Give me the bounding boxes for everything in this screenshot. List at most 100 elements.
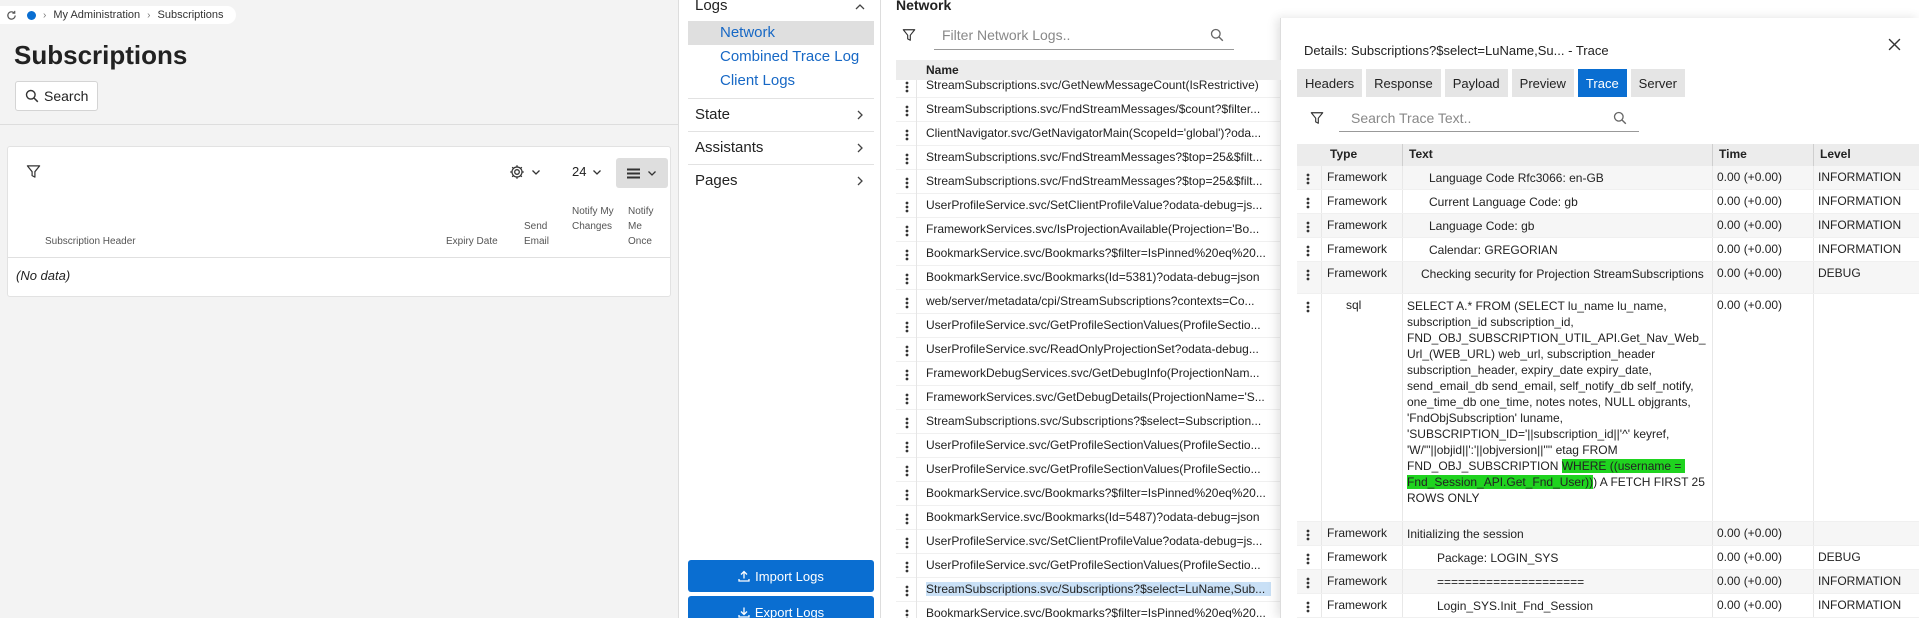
kebab-menu-icon[interactable] xyxy=(905,176,909,194)
nav-section-logs[interactable]: Logs xyxy=(695,0,728,14)
kebab-menu-icon[interactable] xyxy=(905,152,909,170)
tab-headers[interactable]: Headers xyxy=(1297,69,1363,97)
view-mode-button[interactable] xyxy=(616,158,668,188)
kebab-menu-icon[interactable] xyxy=(1306,220,1310,238)
trace-row[interactable]: Framework ===================== 0.00 (+0.0… xyxy=(1297,570,1919,594)
grid-settings-button[interactable] xyxy=(509,164,541,180)
trace-row[interactable]: Framework Package: LOGIN_SYS 0.00 (+0.00) D… xyxy=(1297,546,1919,570)
kebab-menu-icon[interactable] xyxy=(1306,600,1310,618)
chevron-right-icon[interactable] xyxy=(854,175,866,187)
network-row[interactable]: ClientNavigator.svc/GetNavigatorMain(Sco… xyxy=(896,122,1281,146)
column-header-name[interactable]: Name xyxy=(926,63,959,77)
import-logs-button[interactable]: Import Logs xyxy=(688,560,874,592)
network-row[interactable]: UserProfileService.svc/GetProfileSection… xyxy=(896,554,1281,578)
network-row[interactable]: BookmarkService.svc/Bookmarks?$filter=Is… xyxy=(896,602,1281,618)
filter-icon[interactable] xyxy=(1310,111,1324,125)
search-button[interactable]: Search xyxy=(15,81,99,111)
network-row[interactable]: UserProfileService.svc/GetProfileSection… xyxy=(896,314,1281,338)
trace-row[interactable]: Framework Initializing the session 0.00 (+… xyxy=(1297,522,1919,546)
kebab-menu-icon[interactable] xyxy=(905,560,909,578)
network-row[interactable]: StreamSubscriptions.svc/Subscriptions?$s… xyxy=(896,578,1281,602)
kebab-menu-icon[interactable] xyxy=(905,248,909,266)
kebab-menu-icon[interactable] xyxy=(905,272,909,290)
kebab-menu-icon[interactable] xyxy=(905,608,909,618)
column-header-subscription-header[interactable]: Subscription Header xyxy=(45,234,136,249)
refresh-icon[interactable] xyxy=(6,10,17,21)
kebab-menu-icon[interactable] xyxy=(905,584,909,602)
network-row[interactable]: UserProfileService.svc/GetProfileSection… xyxy=(896,434,1281,458)
kebab-menu-icon[interactable] xyxy=(905,488,909,506)
network-row[interactable]: StreamSubscriptions.svc/Subscriptions?$s… xyxy=(896,410,1281,434)
kebab-menu-icon[interactable] xyxy=(905,320,909,338)
breadcrumb-item-subscriptions[interactable]: Subscriptions xyxy=(158,9,224,21)
chevron-right-icon[interactable] xyxy=(854,109,866,121)
tab-preview[interactable]: Preview xyxy=(1511,69,1574,97)
page-size-select[interactable]: 24 xyxy=(572,164,602,179)
nav-item-network[interactable]: Network xyxy=(720,24,775,41)
kebab-menu-icon[interactable] xyxy=(905,296,909,314)
kebab-menu-icon[interactable] xyxy=(905,464,909,482)
kebab-menu-icon[interactable] xyxy=(905,416,909,434)
column-header-expiry-date[interactable]: Expiry Date xyxy=(446,234,498,249)
close-icon[interactable] xyxy=(1888,38,1901,51)
network-row[interactable]: FrameworkServices.svc/IsProjectionAvaila… xyxy=(896,218,1281,242)
trace-search-input[interactable]: Search Trace Text.. xyxy=(1339,104,1639,132)
trace-row[interactable]: Framework Calendar: GREGORIAN 0.00 (+0.00)… xyxy=(1297,238,1919,262)
network-row[interactable]: BookmarkService.svc/Bookmarks?$filter=Is… xyxy=(896,242,1281,266)
kebab-menu-icon[interactable] xyxy=(905,392,909,410)
network-row[interactable]: BookmarkService.svc/Bookmarks(Id=5381)?o… xyxy=(896,266,1281,290)
network-row[interactable]: StreamSubscriptions.svc/FndStreamMessage… xyxy=(896,146,1281,170)
kebab-menu-icon[interactable] xyxy=(905,368,909,386)
kebab-menu-icon[interactable] xyxy=(905,104,909,122)
column-header-text[interactable]: Text xyxy=(1409,147,1433,161)
trace-row[interactable]: Framework Current Language Code: gb 0.00 (… xyxy=(1297,190,1919,214)
export-logs-button[interactable]: Export Logs xyxy=(688,596,874,618)
tab-server[interactable]: Server xyxy=(1630,69,1685,97)
network-row[interactable]: BookmarkService.svc/Bookmarks?$filter=Is… xyxy=(896,482,1281,506)
nav-section-pages[interactable]: Pages xyxy=(695,172,738,189)
kebab-menu-icon[interactable] xyxy=(905,536,909,554)
network-row[interactable]: UserProfileService.svc/ReadOnlyProjectio… xyxy=(896,338,1281,362)
kebab-menu-icon[interactable] xyxy=(1306,268,1310,286)
network-row[interactable]: FrameworkServices.svc/GetDebugDetails(Pr… xyxy=(896,386,1281,410)
trace-row[interactable]: Framework Login_SYS.Init_Fnd_Session 0.00 … xyxy=(1297,594,1919,618)
kebab-menu-icon[interactable] xyxy=(905,512,909,530)
network-row[interactable]: UserProfileService.svc/SetClientProfileV… xyxy=(896,194,1281,218)
network-row[interactable]: StreamSubscriptions.svc/FndStreamMessage… xyxy=(896,170,1281,194)
network-row[interactable]: UserProfileService.svc/GetProfileSection… xyxy=(896,458,1281,482)
nav-section-assistants[interactable]: Assistants xyxy=(695,139,763,156)
kebab-menu-icon[interactable] xyxy=(1306,576,1310,594)
column-header-time[interactable]: Time xyxy=(1719,147,1747,161)
column-header-type[interactable]: Type xyxy=(1330,147,1357,161)
kebab-menu-icon[interactable] xyxy=(905,200,909,218)
column-header-level[interactable]: Level xyxy=(1820,147,1851,161)
kebab-menu-icon[interactable] xyxy=(905,80,909,98)
network-row[interactable]: StreamSubscriptions.svc/FndStreamMessage… xyxy=(896,98,1281,122)
network-filter-input[interactable]: Filter Network Logs.. xyxy=(934,22,1234,50)
filter-icon[interactable] xyxy=(26,164,41,179)
kebab-menu-icon[interactable] xyxy=(905,128,909,146)
column-header-notify-me-once[interactable]: Notify Me Once xyxy=(628,204,660,249)
chevron-up-icon[interactable] xyxy=(854,1,866,13)
breadcrumb-item-my-administration[interactable]: My Administration xyxy=(53,9,140,21)
trace-row[interactable]: Framework Checking security for Projectio… xyxy=(1297,262,1919,294)
tab-response[interactable]: Response xyxy=(1366,69,1441,97)
column-header-notify-my-changes[interactable]: Notify My Changes xyxy=(572,204,616,234)
kebab-menu-icon[interactable] xyxy=(905,224,909,242)
trace-row[interactable]: Framework Language Code: gb 0.00 (+0.00) IN… xyxy=(1297,214,1919,238)
network-row[interactable]: FrameworkDebugServices.svc/GetDebugInfo(… xyxy=(896,362,1281,386)
trace-row[interactable]: Framework Language Code Rfc3066: en-GB 0.0… xyxy=(1297,166,1919,190)
nav-item-client-logs[interactable]: Client Logs xyxy=(720,72,795,89)
kebab-menu-icon[interactable] xyxy=(1306,552,1310,570)
column-header-send-email[interactable]: Send Email xyxy=(524,219,556,249)
kebab-menu-icon[interactable] xyxy=(1306,528,1310,546)
kebab-menu-icon[interactable] xyxy=(905,440,909,458)
network-row[interactable]: UserProfileService.svc/SetClientProfileV… xyxy=(896,530,1281,554)
trace-row[interactable]: sql SELECT A.* FROM (SELECT lu_name lu_na… xyxy=(1297,294,1919,522)
network-row[interactable]: BookmarkService.svc/Bookmarks(Id=5487)?o… xyxy=(896,506,1281,530)
home-dot-icon[interactable] xyxy=(27,10,36,20)
filter-icon[interactable] xyxy=(902,28,916,42)
tab-trace[interactable]: Trace xyxy=(1577,69,1627,97)
tab-payload[interactable]: Payload xyxy=(1444,69,1508,97)
kebab-menu-icon[interactable] xyxy=(1306,300,1310,318)
